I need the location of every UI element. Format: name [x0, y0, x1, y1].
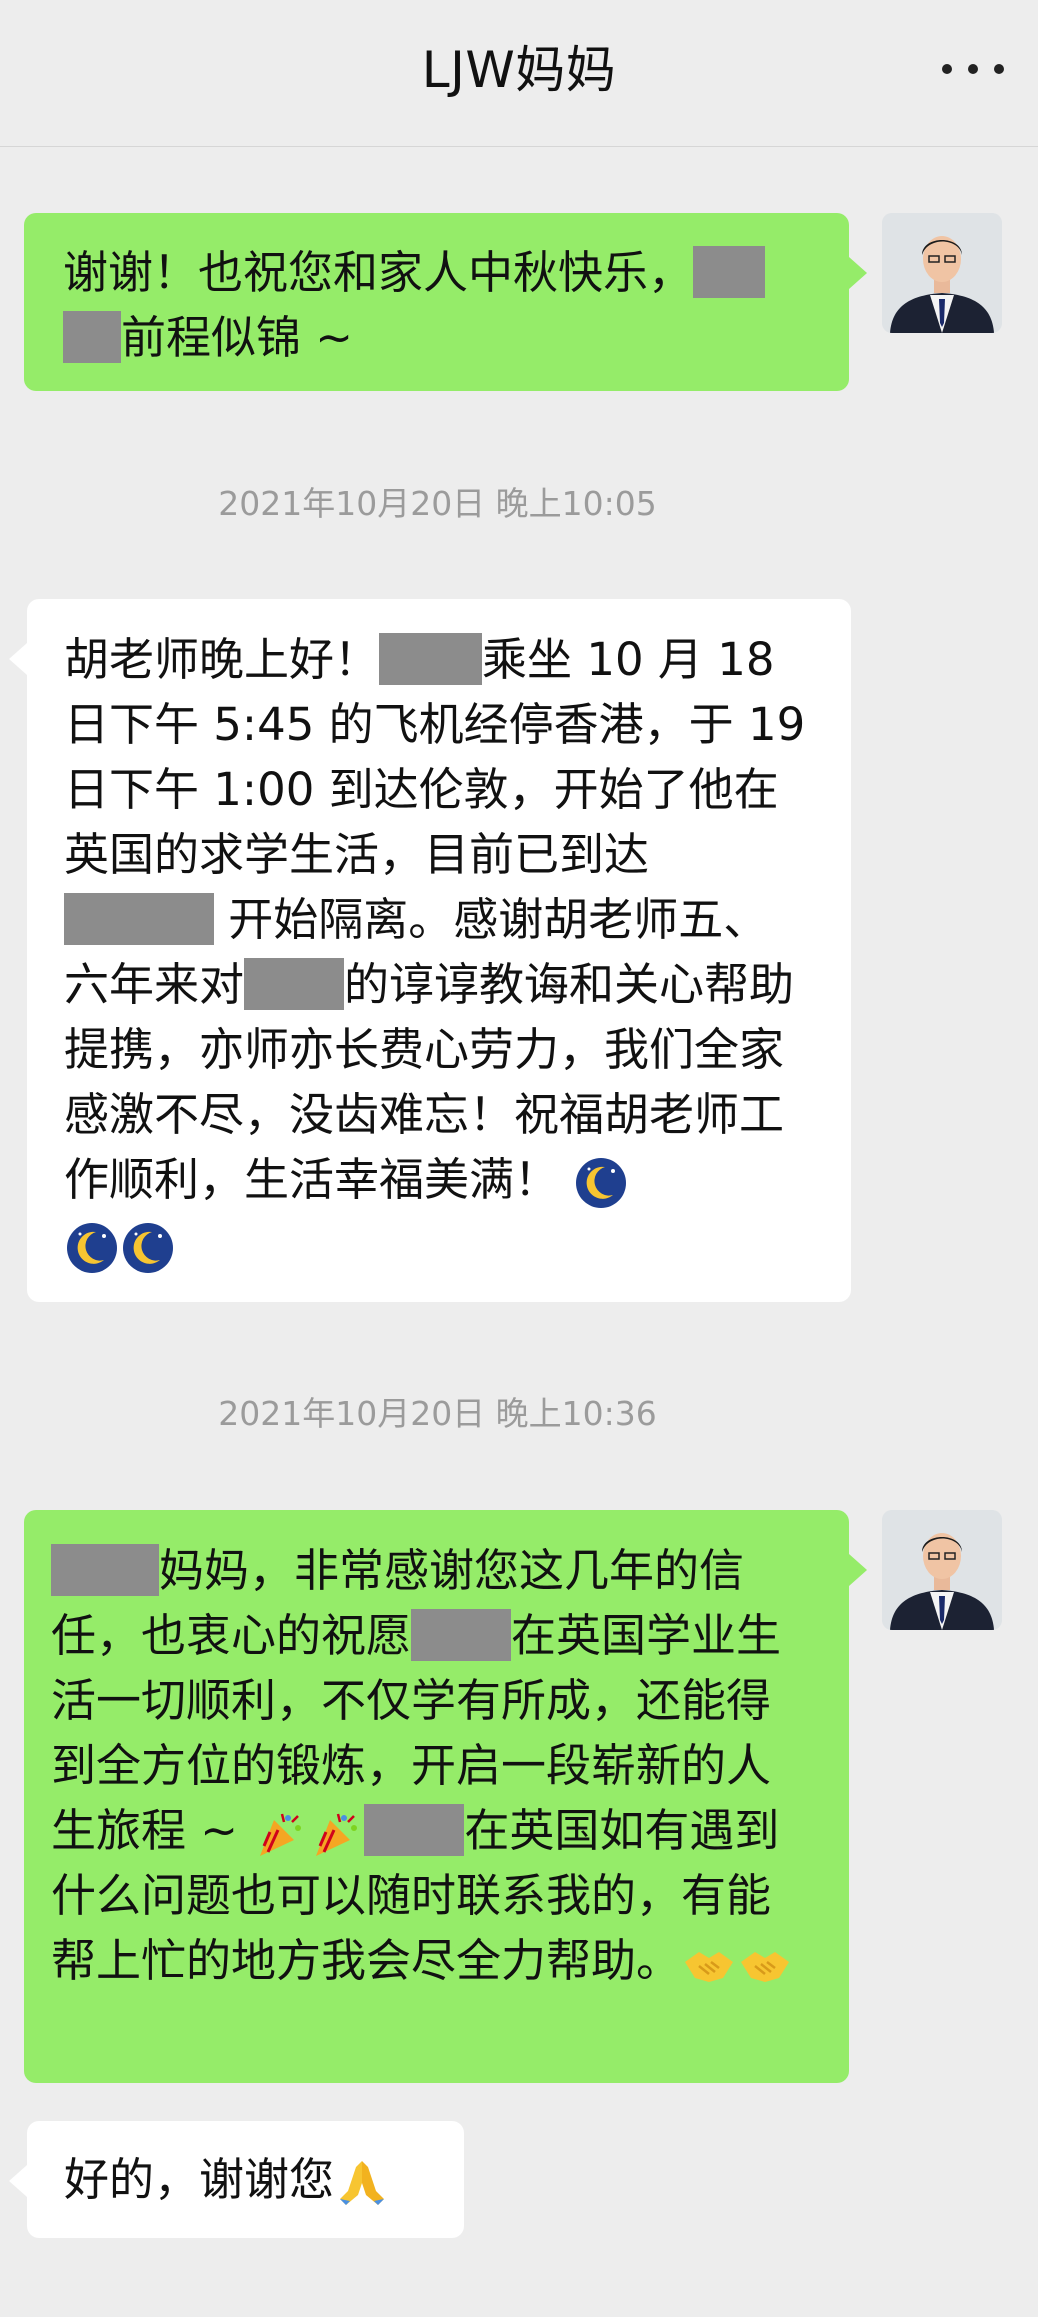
- bubble-tail: [849, 257, 867, 289]
- message-text: 妈妈，非常感谢您这几年的信任，也衷心的祝愿 在英国学业生活一切顺利，不仅学有所成，…: [51, 1538, 809, 1993]
- moon-face-emoji: [576, 1158, 627, 1208]
- more-dots-icon[interactable]: [942, 54, 1004, 84]
- message-text: 谢谢！也祝您和家人中秋快乐， 前程似锦 ~: [63, 240, 809, 370]
- redacted-location: [64, 893, 214, 945]
- message-bubble-received[interactable]: 好的，谢谢您: [9, 2121, 464, 2238]
- redacted-name: [63, 311, 121, 363]
- chat-title: LJW妈妈: [421, 41, 617, 99]
- message-bubble-received[interactable]: 胡老师晚上好！ 乘坐 10 月 18 日下午 5:45 的飞机经停香港，于 19 …: [9, 599, 851, 1302]
- handshake-emoji: [741, 1952, 790, 1982]
- redacted-name: [379, 633, 483, 685]
- party-popper-emoji: [316, 1813, 358, 1856]
- timestamp: 2021年10月20日 晚上10:05: [218, 484, 657, 523]
- redacted-name: [411, 1609, 512, 1661]
- avatar[interactable]: [882, 1510, 1002, 1630]
- message-bubble-sent[interactable]: 谢谢！也祝您和家人中秋快乐， 前程似锦 ~: [24, 213, 867, 391]
- moon-face-emoji: [67, 1223, 117, 1273]
- teacher-avatar-image: [882, 1510, 1002, 1630]
- redacted-name: [364, 1804, 465, 1856]
- redacted-name: [51, 1544, 159, 1596]
- bubble-tail: [849, 1554, 867, 1586]
- bubble-tail: [9, 643, 27, 675]
- teacher-avatar-image: [882, 213, 1002, 333]
- message-bubble-sent[interactable]: 妈妈，非常感谢您这几年的信任，也衷心的祝愿 在英国学业生活一切顺利，不仅学有所成，…: [24, 1510, 867, 2083]
- redacted-name: [244, 958, 345, 1010]
- message-text: 胡老师晚上好！ 乘坐 10 月 18 日下午 5:45 的飞机经停香港，于 19 …: [64, 627, 813, 1277]
- handshake-emoji: [685, 1952, 734, 1982]
- chat-header: LJW妈妈: [0, 0, 1038, 147]
- avatar[interactable]: [882, 213, 1002, 333]
- folded-hands-emoji: [340, 2161, 385, 2205]
- bubble-tail: [9, 2165, 27, 2197]
- party-popper-emoji: [260, 1813, 302, 1856]
- moon-face-emoji: [123, 1223, 173, 1273]
- message-text: 好的，谢谢您: [64, 2147, 434, 2212]
- redacted-name: [693, 246, 766, 298]
- timestamp: 2021年10月20日 晚上10:36: [218, 1394, 657, 1433]
